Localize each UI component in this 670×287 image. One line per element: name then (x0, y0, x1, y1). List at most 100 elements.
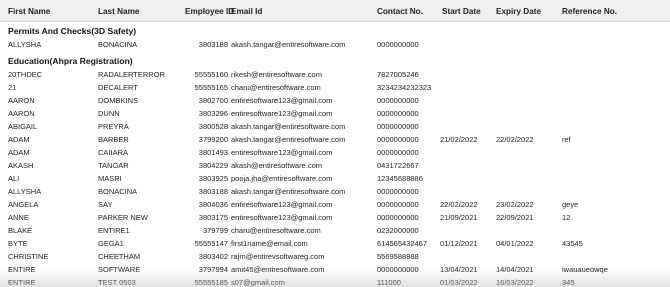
table-row[interactable]: ENTIRE TEST 0503 55555185 s07@gmail.com 1110… (0, 276, 670, 287)
cell-first-name: AARON (8, 96, 35, 105)
cell-employee-id: 3804036 (198, 200, 228, 209)
table-row[interactable]: AKASH TANGAR 3804229 akash@entiresoftware.c… (0, 159, 670, 172)
cell-employee-id: 3799200 (198, 135, 228, 144)
cell-employee-id: 3802700 (198, 96, 228, 105)
cell-email: pooja.jha@entiresoftware.com (231, 174, 333, 183)
cell-contact-no: 5569588888 (377, 252, 419, 261)
cell-employee-id: 55555185 (194, 278, 228, 287)
cell-employee-id: 55555147 (194, 239, 228, 248)
cell-last-name: DOMBKINS (98, 96, 139, 105)
cell-email: rikesh@entiresoftware.com (231, 70, 322, 79)
table-row[interactable]: ABIGAIL PREYRA 3800528 akash.tangar@entires… (0, 120, 670, 133)
cell-first-name: 20THDEC (8, 70, 43, 79)
header-start-date[interactable]: Start Date (442, 7, 481, 16)
table-row[interactable]: AARON DUNN 3803296 entiresoftware123@gmail.… (0, 107, 670, 120)
table-row[interactable]: 21 DECALERT 55555165 charu@entiresoftware.c… (0, 81, 670, 94)
cell-last-name: SOFTWARE (98, 265, 141, 274)
cell-expiry-date: 23/02/2022 (496, 200, 534, 209)
header-last-name[interactable]: Last Name (98, 7, 139, 16)
cell-last-name: BONACINA (98, 187, 138, 196)
cell-last-name: GEGA1 (98, 239, 124, 248)
table-row[interactable]: 20THDEC RADALERTERROR 55555160 rikesh@entir… (0, 68, 670, 81)
section-title: Education(Ahpra Registration) (8, 56, 133, 66)
cell-last-name: PARKER NEW (98, 213, 148, 222)
cell-contact-no: 3234234232323 (377, 83, 432, 92)
cell-last-name: SAY (98, 200, 113, 209)
cell-last-name: ENTIRE1 (98, 226, 130, 235)
cell-email: s07@gmail.com (231, 278, 285, 287)
cell-last-name: BARBER (98, 135, 129, 144)
cell-employee-id: 3800528 (198, 122, 228, 131)
cell-reference-no: geye (562, 200, 579, 209)
cell-employee-id: 3803925 (198, 174, 228, 183)
cell-contact-no: 7827005246 (377, 70, 419, 79)
cell-start-date: 21/02/2022 (440, 135, 478, 144)
table-row[interactable]: AARON DOMBKINS 3802700 entiresoftware123@gm… (0, 94, 670, 107)
table-row[interactable]: ADAM BARBER 3799200 akash.tangar@entiresoft… (0, 133, 670, 146)
cell-first-name: 21 (8, 83, 17, 92)
cell-email: entiresoftware123@gmail.com (231, 109, 333, 118)
cell-employee-id: 3801493 (198, 148, 228, 157)
cell-contact-no: 0000000000 (377, 122, 419, 131)
cell-first-name: ENTIRE (8, 265, 36, 274)
cell-email: entiresoftware123@gmail.com (231, 148, 333, 157)
cell-reference-no: iwauaueowqe (562, 265, 608, 274)
cell-first-name: AKASH (8, 161, 34, 170)
cell-employee-id: 3797994 (198, 265, 228, 274)
cell-contact-no: 0000000000 (377, 187, 419, 196)
table-row[interactable]: ADAM CAIIARA 3801493 entiresoftware123@gmai… (0, 146, 670, 159)
table-row[interactable]: BLAKE ENTIRE1 379799 charu@entiresoftware.c… (0, 224, 670, 237)
header-expiry-date[interactable]: Expiry Date (496, 7, 541, 16)
table-row[interactable]: CHRISTINE CHEETHAM 3803402 rajm@entirevsoft… (0, 250, 670, 263)
cell-last-name: RADALERTERROR (98, 70, 165, 79)
cell-email: entiresoftware123@gmail.com (231, 213, 333, 222)
cell-reference-no: 12 (562, 213, 571, 222)
table-row[interactable]: ANGELA SAY 3804036 entiresoftware123@gmail.… (0, 198, 670, 211)
cell-employee-id: 3803296 (198, 109, 228, 118)
cell-email: akash.tangar@entiresoftware.com (231, 40, 346, 49)
header-employee-id[interactable]: Employee ID (185, 7, 234, 16)
cell-reference-no: 345 (562, 278, 575, 287)
cell-last-name: MASRI (98, 174, 122, 183)
header-reference-no[interactable]: Reference No. (562, 7, 617, 16)
cell-first-name: ALLYSHA (8, 40, 42, 49)
cell-expiry-date: 14/04/2021 (496, 265, 534, 274)
cell-contact-no: 0431722667 (377, 161, 419, 170)
cell-employee-id: 3804229 (198, 161, 228, 170)
table-row[interactable]: ALI MASRI 3803925 pooja.jha@entiresoftware.… (0, 172, 670, 185)
cell-expiry-date: 22/09/2021 (496, 213, 534, 222)
cell-reference-no: ref (562, 135, 571, 144)
header-contact-no[interactable]: Contact No. (377, 7, 423, 16)
cell-first-name: ALLYSHA (8, 187, 42, 196)
table-row[interactable]: ANNE PARKER NEW 3803175 entiresoftware123@g… (0, 211, 670, 224)
cell-employee-id: 3803188 (198, 40, 228, 49)
header-email-id[interactable]: Email Id (231, 7, 262, 16)
cell-employee-id: 55555165 (194, 83, 228, 92)
cell-last-name: PREYRA (98, 122, 129, 131)
table-row[interactable]: ALLYSHA BONACINA 3803188 akash.tangar@entir… (0, 185, 670, 198)
cell-email: first1name@email.com (231, 239, 308, 248)
cell-employee-id: 3803188 (198, 187, 228, 196)
cell-contact-no: 0000000000 (377, 135, 419, 144)
table-row[interactable]: ALLYSHA BONACINA 3803188 akash.tangar@entir… (0, 38, 670, 51)
cell-first-name: BLAKE (8, 226, 33, 235)
cell-first-name: ADAM (8, 135, 30, 144)
cell-email: entiresoftware123@gmail.com (231, 200, 333, 209)
cell-contact-no: 0000000000 (377, 96, 419, 105)
cell-start-date: 22/02/2022 (440, 200, 478, 209)
header-first-name[interactable]: First Name (8, 7, 50, 16)
cell-email: charu@entiresoftware.com (231, 83, 321, 92)
cell-last-name: TEST 0503 (98, 278, 136, 287)
cell-email: amit45@entiresoftware.com (231, 265, 325, 274)
cell-start-date: 13/04/2021 (440, 265, 478, 274)
table-row[interactable]: BYTE GEGA1 55555147 first1name@email.com 614… (0, 237, 670, 250)
table-row[interactable]: ENTIRE SOFTWARE 3797994 amit45@entiresoftwa… (0, 263, 670, 276)
cell-email: akash.tangar@entiresoftware.com (231, 187, 346, 196)
cell-employee-id: 55555160 (194, 70, 228, 79)
cell-email: charu@entiresoftware.com (231, 226, 321, 235)
cell-employee-id: 379799 (202, 226, 228, 235)
cell-expiry-date: 04/01/2022 (496, 239, 534, 248)
cell-first-name: CHRISTINE (8, 252, 49, 261)
cell-email: akash@entiresoftware.com (231, 161, 322, 170)
cell-last-name: CHEETHAM (98, 252, 141, 261)
